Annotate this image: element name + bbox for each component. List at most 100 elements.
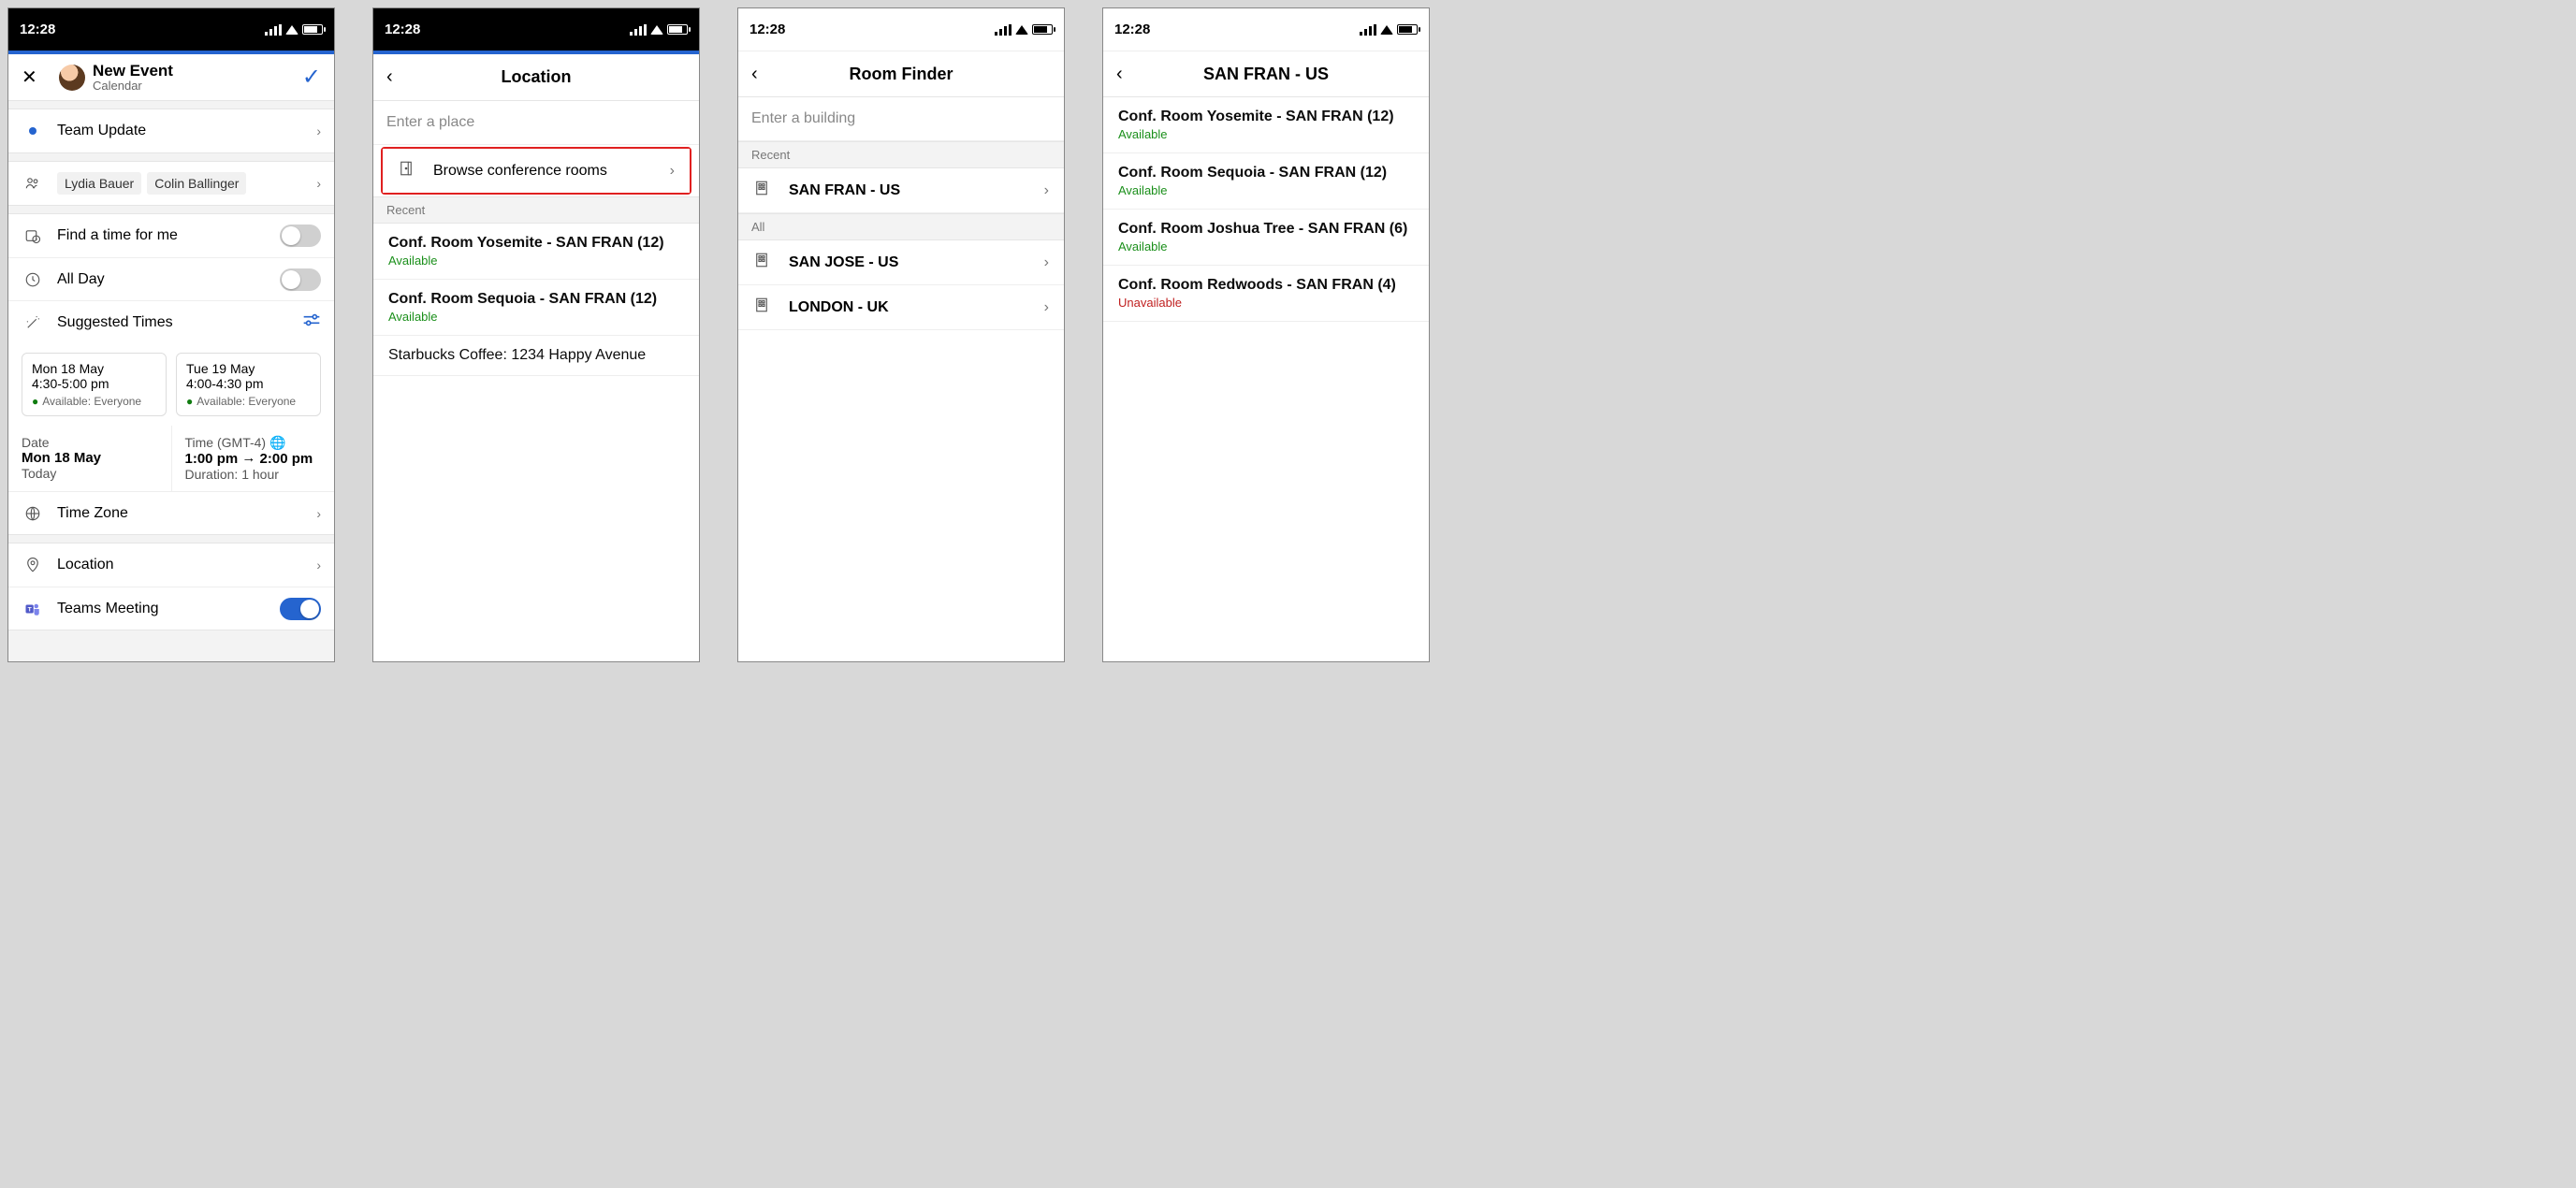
back-icon[interactable]: ‹ — [1116, 64, 1123, 85]
building-item[interactable]: LONDON - UK › — [738, 285, 1064, 330]
chevron-right-icon: › — [670, 163, 675, 180]
event-title: Team Update — [57, 123, 316, 139]
date-cell[interactable]: Date Mon 18 May Today — [8, 426, 172, 491]
room-item[interactable]: Conf. Room Sequoia - SAN FRAN (12) Avail… — [1103, 153, 1429, 210]
date-value: Mon 18 May — [22, 450, 158, 466]
room-item[interactable]: Conf. Room Yosemite - SAN FRAN (12) Avai… — [1103, 97, 1429, 153]
chevron-right-icon: › — [1044, 254, 1049, 271]
check-circle-icon: ● — [32, 395, 38, 408]
room-status: Available — [1118, 183, 1414, 197]
phone-new-event: 12:28 ✕ New Event Calendar ✓ Team Update — [7, 7, 335, 662]
recent-section-label: Recent — [738, 141, 1064, 168]
suggestion-date: Tue 19 May — [186, 361, 311, 376]
date-relative: Today — [22, 466, 158, 481]
date-label: Date — [22, 435, 158, 450]
chevron-right-icon: › — [316, 123, 321, 138]
confirm-icon[interactable]: ✓ — [302, 64, 321, 91]
status-icons — [265, 24, 323, 36]
avatar — [59, 65, 85, 91]
status-time: 12:28 — [1114, 22, 1150, 37]
suggested-times-row[interactable]: Suggested Times — [8, 300, 334, 343]
date-time-row: Date Mon 18 May Today Time (GMT-4) 🌐 1:0… — [8, 426, 334, 491]
chevron-right-icon: › — [1044, 299, 1049, 316]
globe-icon — [22, 505, 44, 522]
suggestion-time: 4:30-5:00 pm — [32, 376, 156, 391]
room-status: Available — [388, 254, 684, 268]
suggested-time-card[interactable]: Mon 18 May 4:30-5:00 pm ●Available: Ever… — [22, 353, 167, 416]
building-item[interactable]: SAN JOSE - US › — [738, 240, 1064, 285]
attendee-chip[interactable]: Colin Ballinger — [147, 172, 246, 195]
suggestion-availability: ●Available: Everyone — [186, 395, 311, 408]
room-name: Conf. Room Yosemite - SAN FRAN (12) — [1118, 109, 1414, 125]
room-item[interactable]: Conf. Room Redwoods - SAN FRAN (4) Unava… — [1103, 266, 1429, 322]
suggestion-availability: ●Available: Everyone — [32, 395, 156, 408]
signal-icon — [630, 24, 647, 36]
building-name: LONDON - UK — [789, 299, 1044, 316]
building-search-input[interactable]: Enter a building — [738, 97, 1064, 141]
building-icon — [753, 297, 774, 318]
find-time-toggle[interactable] — [280, 225, 321, 247]
location-pin-icon — [22, 557, 44, 573]
chevron-right-icon: › — [316, 558, 321, 572]
teams-icon: T — [22, 601, 44, 617]
browse-conference-rooms[interactable]: Browse conference rooms › — [383, 149, 690, 193]
building-item[interactable]: SAN FRAN - US › — [738, 168, 1064, 213]
attendees-row[interactable]: Lydia Bauer Colin Ballinger › — [8, 162, 334, 205]
time-cell[interactable]: Time (GMT-4) 🌐 1:00 pm → 2:00 pm Duratio… — [172, 426, 335, 491]
location-search-input[interactable]: Enter a place — [373, 101, 699, 145]
duration: Duration: 1 hour — [185, 467, 322, 482]
battery-icon — [667, 24, 688, 35]
recent-room-item[interactable]: Conf. Room Sequoia - SAN FRAN (12) Avail… — [373, 280, 699, 336]
room-name: Conf. Room Redwoods - SAN FRAN (4) — [1118, 277, 1414, 294]
room-status: Available — [388, 310, 684, 324]
find-time-row[interactable]: Find a time for me — [8, 214, 334, 257]
check-circle-icon: ● — [186, 395, 193, 408]
suggestion-time: 4:00-4:30 pm — [186, 376, 311, 391]
calendar-dot-icon — [29, 127, 36, 135]
room-name: Conf. Room Yosemite - SAN FRAN (12) — [388, 235, 684, 252]
page-title: Room Finder — [789, 65, 1013, 84]
recent-section-label: Recent — [373, 196, 699, 224]
teams-meeting-row[interactable]: T Teams Meeting — [8, 587, 334, 630]
recent-room-item[interactable]: Conf. Room Yosemite - SAN FRAN (12) Avai… — [373, 224, 699, 280]
sliders-icon[interactable] — [302, 312, 321, 332]
all-day-row[interactable]: All Day — [8, 257, 334, 300]
status-time: 12:28 — [385, 22, 420, 37]
room-status: Unavailable — [1118, 296, 1414, 310]
status-bar: 12:28 — [8, 8, 334, 51]
location-row[interactable]: Location › — [8, 543, 334, 587]
back-icon[interactable]: ‹ — [386, 66, 393, 88]
close-icon[interactable]: ✕ — [22, 65, 37, 89]
recent-room-item[interactable]: Starbucks Coffee: 1234 Happy Avenue — [373, 336, 699, 376]
calendar-clock-icon — [22, 227, 44, 244]
wifi-icon — [1380, 25, 1393, 35]
page-title: SAN FRAN - US — [1154, 65, 1378, 84]
status-time: 12:28 — [20, 22, 55, 37]
room-item[interactable]: Conf. Room Joshua Tree - SAN FRAN (6) Av… — [1103, 210, 1429, 266]
chevron-right-icon: › — [1044, 182, 1049, 199]
all-day-toggle[interactable] — [280, 268, 321, 291]
wand-icon — [22, 314, 44, 331]
suggested-time-card[interactable]: Tue 19 May 4:00-4:30 pm ●Available: Ever… — [176, 353, 321, 416]
room-name: Conf. Room Sequoia - SAN FRAN (12) — [1118, 165, 1414, 181]
suggestion-date: Mon 18 May — [32, 361, 156, 376]
event-header: ✕ New Event Calendar ✓ — [8, 54, 334, 101]
status-icons — [630, 24, 688, 36]
status-bar: 12:28 — [373, 8, 699, 51]
teams-label: Teams Meeting — [57, 601, 280, 617]
back-icon[interactable]: ‹ — [751, 64, 758, 85]
all-section-label: All — [738, 213, 1064, 240]
browse-rooms-highlight: Browse conference rooms › — [381, 147, 691, 195]
attendee-chip[interactable]: Lydia Bauer — [57, 172, 141, 195]
timezone-row[interactable]: Time Zone › — [8, 491, 334, 534]
phone-building-rooms: 12:28 ‹ SAN FRAN - US Conf. Room Yosemit… — [1102, 7, 1430, 662]
event-title-row[interactable]: Team Update › — [8, 109, 334, 152]
time-label: Time (GMT-4) 🌐 — [185, 435, 322, 451]
attendee-chips: Lydia Bauer Colin Ballinger — [57, 172, 316, 195]
battery-icon — [1032, 24, 1053, 35]
battery-icon — [1397, 24, 1418, 35]
teams-toggle[interactable] — [280, 598, 321, 620]
building-name: SAN JOSE - US — [789, 254, 1044, 271]
people-icon — [22, 175, 44, 192]
room-name: Conf. Room Joshua Tree - SAN FRAN (6) — [1118, 221, 1414, 238]
